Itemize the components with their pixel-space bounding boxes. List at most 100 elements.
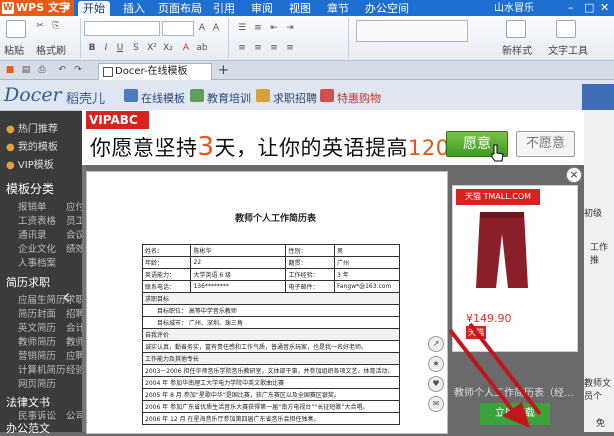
strikethrough-icon[interactable]: S [130, 42, 142, 54]
print-icon[interactable]: ⎙ [36, 64, 48, 76]
nav-education[interactable]: 教育培训 [207, 90, 251, 106]
redo-icon[interactable]: ↷ [72, 64, 84, 76]
save-icon[interactable]: ■ [4, 64, 16, 76]
job-icon [256, 89, 270, 102]
sidebar-item-vip[interactable]: ● VIP模板 [6, 156, 82, 171]
new-style-icon[interactable] [506, 20, 526, 38]
italic-icon[interactable]: I [100, 42, 112, 54]
nav-jobs[interactable]: 求职招聘 [273, 90, 317, 106]
app-menu-button[interactable]: W WPS 文字 ▼ [0, 0, 74, 16]
outdent-icon[interactable]: ⇤ [268, 22, 280, 34]
window-controls: – □ ✕ [566, 0, 614, 16]
prev-arrow-icon[interactable]: ‹ [62, 285, 71, 310]
open-icon[interactable]: ▤ [20, 64, 32, 76]
sidebar-section-resume[interactable]: 简历求职 [6, 274, 50, 290]
paste-button[interactable]: 粘贴 [4, 42, 24, 57]
tab-office-space[interactable]: 办公空间 [364, 1, 410, 16]
text-tools-icon[interactable] [556, 20, 576, 38]
resume-table: 姓名： 陈彬华 性别：男 年龄： 22 籍贯： 广州 英语能力： 大学英语 6 级工作经验：… [141, 244, 400, 425]
sidebar-link[interactable]: 企业文化 [18, 241, 56, 255]
tab-references[interactable]: 引用 [210, 1, 238, 16]
tab-sections[interactable]: 章节 [324, 1, 352, 16]
education-icon [190, 89, 204, 102]
table-row: 目标城市： 广州、深圳、珠三角 [142, 316, 400, 329]
indent-icon[interactable]: ⇥ [284, 22, 296, 34]
tab-view[interactable]: 视图 [286, 1, 314, 16]
sidebar-link[interactable]: 报销单 [18, 199, 47, 213]
paste-icon[interactable] [6, 20, 26, 38]
fire-icon: ● [6, 124, 18, 135]
align-left-icon[interactable]: ≡ [236, 42, 248, 54]
docer-new-button[interactable] [582, 84, 614, 110]
minimize-icon[interactable]: – [568, 0, 574, 16]
template-icon [124, 89, 138, 102]
ad-no-button[interactable]: 不愿意 [516, 131, 575, 157]
align-right-icon[interactable]: ≡ [268, 42, 280, 54]
copy-icon[interactable]: ⎘ [50, 20, 62, 32]
highlight-icon[interactable]: ab [196, 42, 208, 54]
table-row: 工作能力及其他专长 [142, 352, 400, 365]
sidebar-link[interactable]: 人事档案 [18, 255, 56, 269]
sidebar-link[interactable]: 应届生简历 [18, 292, 66, 306]
style-gallery[interactable] [356, 20, 468, 42]
format-painter-button[interactable]: 格式刷 [36, 42, 66, 57]
sidebar-link[interactable]: 通讯录 [18, 227, 47, 241]
font-color-icon[interactable]: A [180, 42, 192, 54]
tmall-banner: 天猫 TMALL.COM [456, 189, 540, 205]
tab-home[interactable]: 开始 [78, 1, 110, 16]
undo-icon[interactable]: ↶ [56, 64, 68, 76]
divider [348, 18, 349, 58]
new-style-button[interactable]: 新样式 [502, 42, 532, 57]
chevron-down-icon: ▼ [64, 3, 71, 12]
right-panel-text: 免 [596, 419, 606, 429]
nav-online-templates[interactable]: 在线模板 [141, 90, 185, 106]
superscript-icon[interactable]: X² [146, 42, 158, 54]
cut-icon[interactable]: ✂ [34, 20, 46, 32]
tab-insert[interactable]: 插入 [118, 1, 150, 16]
new-tab-icon[interactable]: + [218, 63, 229, 78]
tab-docer-templates[interactable]: Docer-在线模板 [98, 63, 212, 80]
numbering-icon[interactable]: ≡ [252, 22, 264, 34]
close-preview-button[interactable]: × [566, 167, 582, 183]
sidebar-link[interactable]: 网页简历 [18, 376, 56, 390]
underline-icon[interactable]: U [114, 42, 126, 54]
hand-cursor-icon [491, 144, 504, 162]
maximize-icon[interactable]: □ [584, 0, 594, 16]
table-row: 2003－2006 担任华师音乐学院音乐教研室，文体部干事，并参加组织各项文艺、… [142, 364, 400, 377]
sidebar-item-hot[interactable]: ● 热门推荐 [6, 120, 82, 135]
sidebar-link[interactable]: 营销简历 [18, 348, 56, 362]
tab-review[interactable]: 审阅 [248, 1, 276, 16]
table-row: 英语能力： 大学英语 6 级工作经验： 3 年 [141, 268, 400, 281]
sidebar-link[interactable]: 教师简历 [18, 334, 56, 348]
text-tools-button[interactable]: 文字工具 [548, 42, 588, 57]
font-size-select[interactable] [162, 21, 194, 36]
sidebar-item-my[interactable]: ● 我的模板 [6, 138, 82, 153]
align-center-icon[interactable]: ≡ [252, 42, 264, 54]
subscript-icon[interactable]: X₂ [162, 42, 174, 54]
shrink-font-icon[interactable]: A [210, 22, 222, 34]
table-row: 姓名： 陈彬华 性别：男 [141, 244, 400, 257]
font-name-select[interactable] [84, 21, 160, 36]
bullets-icon[interactable]: ☰ [236, 22, 248, 34]
sidebar-link[interactable]: 简历封面 [18, 306, 56, 320]
docer-logo[interactable]: Docer [4, 84, 62, 106]
tab-page-layout[interactable]: 页面布局 [158, 1, 202, 16]
sidebar-link[interactable]: 英文简历 [18, 320, 56, 334]
ad-headline: 你愿意坚持3天，让你的英语提高120%吗? [90, 132, 503, 162]
sidebar-link[interactable]: 计算机简历 [18, 362, 66, 376]
right-panel-text: 工作推 [590, 243, 609, 266]
table-row: 年龄： 22 籍贯： 广州 [141, 256, 400, 269]
user-name[interactable]: 山水冒乐 [494, 1, 534, 16]
wps-logo-icon: W [2, 2, 14, 14]
right-panel-text: 教师文员个 [584, 379, 612, 402]
sidebar-category-head: 模板分类 [6, 182, 55, 196]
sidebar-link[interactable]: 工资表格 [18, 213, 56, 227]
sidebar-section-office[interactable]: 办公范文 [6, 420, 50, 436]
star-icon: ● [6, 142, 18, 153]
justify-icon[interactable]: ≡ [284, 42, 296, 54]
bold-icon[interactable]: B [86, 42, 98, 54]
table-row: 求职目标 [142, 292, 400, 305]
nav-shopping[interactable]: 特惠购物 [337, 90, 381, 106]
close-window-icon[interactable]: ✕ [600, 0, 609, 16]
grow-font-icon[interactable]: A [196, 22, 208, 34]
